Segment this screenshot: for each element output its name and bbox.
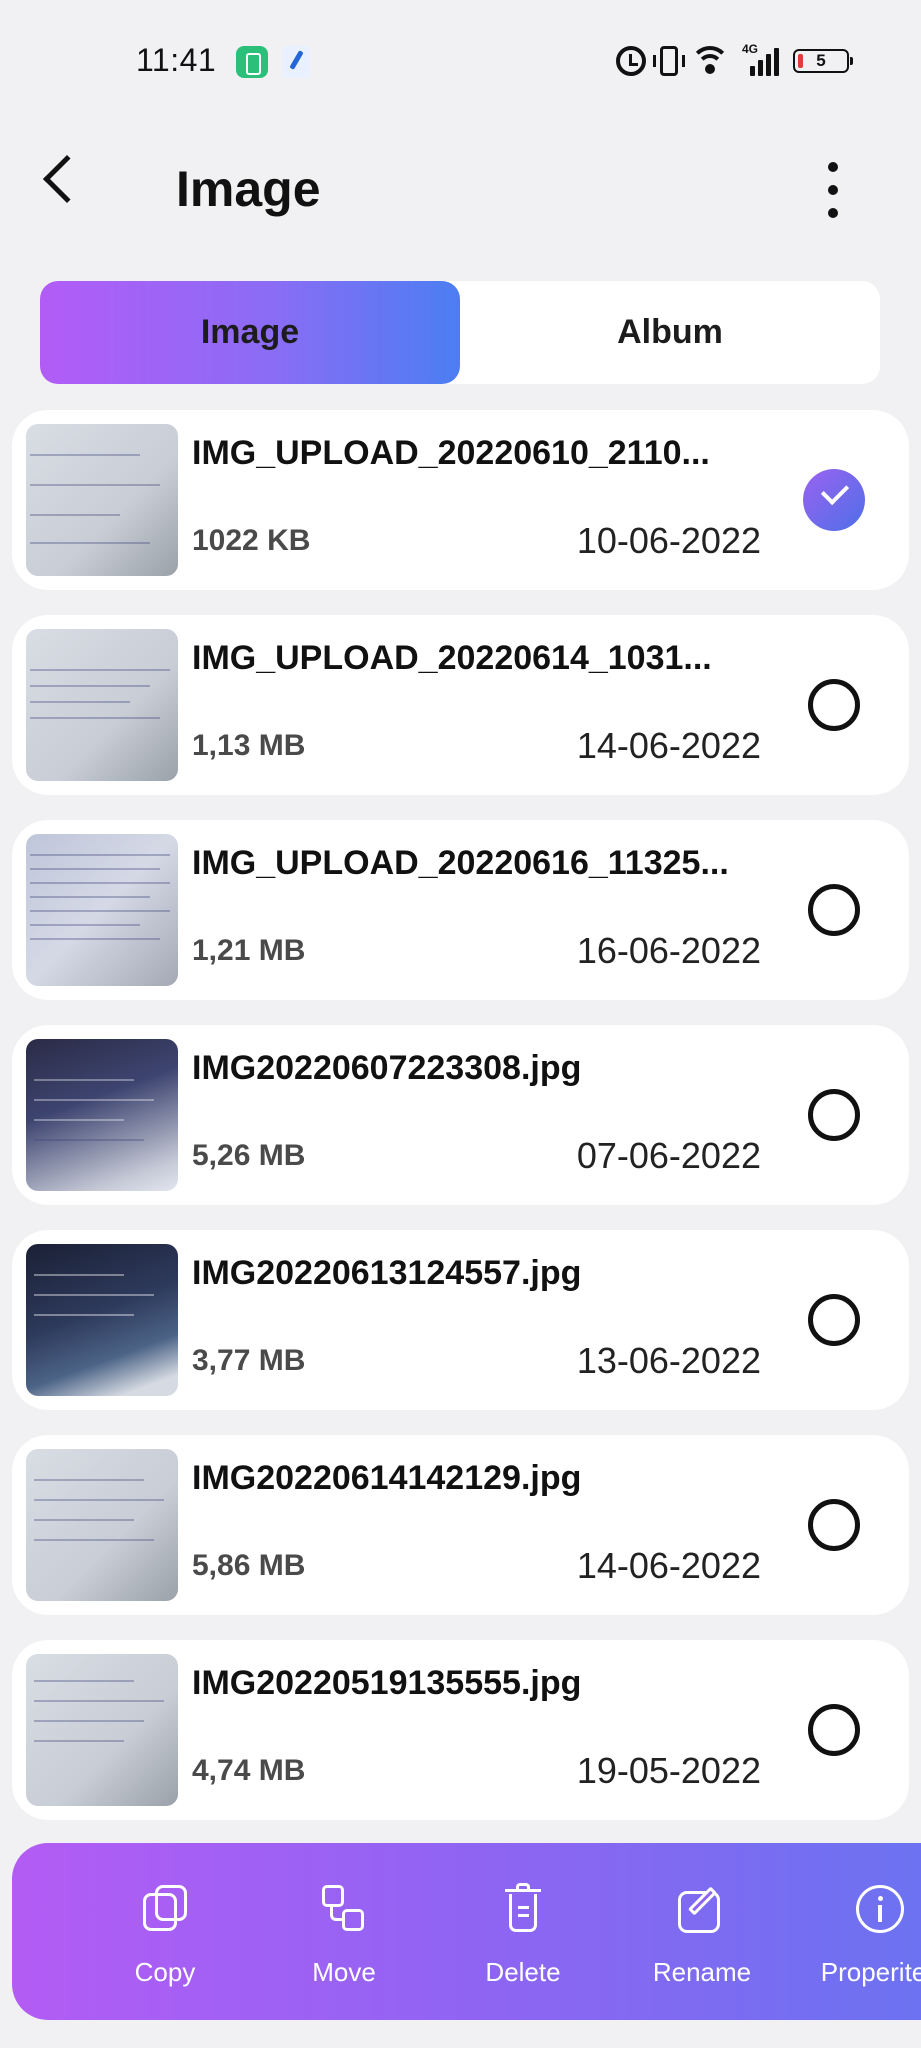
file-size: 1,21 MB bbox=[192, 934, 306, 967]
selected-checkmark-icon[interactable] bbox=[803, 469, 865, 531]
vibrate-icon bbox=[653, 46, 685, 76]
file-size: 1,13 MB bbox=[192, 729, 306, 762]
file-name: IMG_UPLOAD_20220614_1031... bbox=[192, 639, 712, 677]
file-name: IMG_UPLOAD_20220616_11325... bbox=[192, 844, 729, 882]
more-options-button[interactable] bbox=[818, 162, 848, 218]
tab-image[interactable]: Image bbox=[40, 281, 460, 384]
file-date: 13-06-2022 bbox=[576, 1340, 761, 1381]
cellular-signal-icon: 4G bbox=[742, 42, 779, 76]
status-bar: 11:41 4G 5 bbox=[0, 0, 921, 120]
file-date: 10-06-2022 bbox=[576, 520, 761, 561]
wifi-icon bbox=[692, 46, 728, 76]
file-name: IMG20220607223308.jpg bbox=[192, 1049, 582, 1087]
status-time: 11:41 bbox=[136, 42, 217, 78]
select-radio-button[interactable] bbox=[808, 884, 860, 936]
copy-label: Copy bbox=[134, 1957, 196, 1987]
list-item[interactable]: IMG_UPLOAD_20220610_2110... 1022 KB 10-0… bbox=[12, 410, 909, 590]
select-radio-button[interactable] bbox=[808, 679, 860, 731]
file-name: IMG20220519135555.jpg bbox=[192, 1664, 582, 1702]
page-title: Image bbox=[176, 161, 321, 217]
image-thumbnail bbox=[26, 1654, 178, 1806]
delete-button[interactable]: Delete bbox=[458, 1883, 588, 1988]
file-name: IMG20220614142129.jpg bbox=[192, 1459, 582, 1497]
file-name: IMG_UPLOAD_20220610_2110... bbox=[192, 434, 710, 472]
info-icon bbox=[854, 1883, 906, 1935]
network-type-label: 4G bbox=[742, 42, 759, 56]
move-label: Move bbox=[312, 1957, 376, 1987]
tab-bar: Image Album bbox=[40, 281, 880, 384]
image-thumbnail bbox=[26, 629, 178, 781]
pen-app-notification-icon bbox=[282, 46, 310, 78]
battery-level: 5 bbox=[816, 51, 826, 70]
rename-button[interactable]: Rename bbox=[637, 1883, 767, 1988]
image-thumbnail bbox=[26, 424, 178, 576]
copy-button[interactable]: Copy bbox=[100, 1883, 230, 1988]
select-radio-button[interactable] bbox=[808, 1294, 860, 1346]
image-thumbnail bbox=[26, 834, 178, 986]
file-date: 14-06-2022 bbox=[576, 1545, 761, 1586]
image-thumbnail bbox=[26, 1244, 178, 1396]
delete-icon bbox=[497, 1883, 549, 1935]
file-date: 07-06-2022 bbox=[576, 1135, 761, 1176]
back-button[interactable] bbox=[40, 150, 92, 210]
battery-app-notification-icon bbox=[236, 46, 268, 78]
file-name: IMG20220613124557.jpg bbox=[192, 1254, 582, 1292]
action-bar: Copy Move Delete Rename Properites bbox=[12, 1843, 921, 2020]
list-item[interactable]: IMG_UPLOAD_20220614_1031... 1,13 MB 14-0… bbox=[12, 615, 909, 795]
select-radio-button[interactable] bbox=[808, 1089, 860, 1141]
delete-label: Delete bbox=[485, 1957, 561, 1987]
list-item[interactable]: IMG20220607223308.jpg 5,26 MB 07-06-2022 bbox=[12, 1025, 909, 1205]
list-item[interactable]: IMG20220614142129.jpg 5,86 MB 14-06-2022 bbox=[12, 1435, 909, 1615]
select-radio-button[interactable] bbox=[808, 1499, 860, 1551]
properties-button[interactable]: Properites bbox=[815, 1883, 921, 1988]
file-date: 16-06-2022 bbox=[576, 930, 761, 971]
file-date: 14-06-2022 bbox=[576, 725, 761, 766]
file-size: 4,74 MB bbox=[192, 1754, 306, 1787]
file-size: 5,26 MB bbox=[192, 1139, 306, 1172]
alarm-icon bbox=[616, 46, 646, 76]
file-date: 19-05-2022 bbox=[576, 1750, 761, 1791]
select-radio-button[interactable] bbox=[808, 1704, 860, 1756]
battery-icon: 5 bbox=[793, 49, 853, 73]
file-size: 3,77 MB bbox=[192, 1344, 306, 1377]
image-thumbnail bbox=[26, 1449, 178, 1601]
status-icons: 4G 5 bbox=[616, 42, 853, 80]
back-arrow-icon bbox=[42, 154, 92, 204]
more-vertical-icon bbox=[828, 162, 838, 172]
file-size: 1022 KB bbox=[192, 524, 311, 557]
file-size: 5,86 MB bbox=[192, 1549, 306, 1582]
tab-album[interactable]: Album bbox=[460, 281, 880, 384]
image-thumbnail bbox=[26, 1039, 178, 1191]
properties-label: Properites bbox=[820, 1957, 921, 1987]
move-button[interactable]: Move bbox=[279, 1883, 409, 1988]
list-item[interactable]: IMG20220519135555.jpg 4,74 MB 19-05-2022 bbox=[12, 1640, 909, 1820]
move-icon bbox=[318, 1883, 370, 1935]
list-item[interactable]: IMG_UPLOAD_20220616_11325... 1,21 MB 16-… bbox=[12, 820, 909, 1000]
file-list: IMG_UPLOAD_20220610_2110... 1022 KB 10-0… bbox=[12, 410, 909, 1845]
copy-icon bbox=[139, 1883, 191, 1935]
list-item[interactable]: IMG20220613124557.jpg 3,77 MB 13-06-2022 bbox=[12, 1230, 909, 1410]
rename-icon bbox=[676, 1883, 728, 1935]
rename-label: Rename bbox=[652, 1957, 752, 1987]
